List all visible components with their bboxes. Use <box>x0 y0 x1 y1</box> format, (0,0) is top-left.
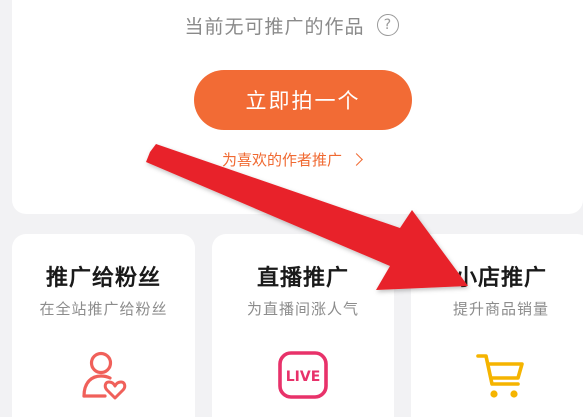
feature-subtitle: 提升商品销量 <box>452 300 549 318</box>
feature-title: 小店推广 <box>454 266 547 291</box>
feature-card-fans[interactable]: 推广给粉丝 在全站推广给粉丝 <box>12 234 195 417</box>
live-icon: LIVE <box>278 351 328 399</box>
shopping-cart-icon <box>476 354 524 398</box>
chevron-right-icon <box>350 153 363 166</box>
promotion-page: 当前无可推广的作品 ? 立即拍一个 为喜欢的作者推广 推广给粉丝 在全站推广给粉… <box>0 0 583 417</box>
empty-state-row: 当前无可推广的作品 ? <box>0 8 583 42</box>
empty-state-text: 当前无可推广的作品 <box>184 15 365 38</box>
feature-card-live[interactable]: 直播推广 为直播间涨人气 LIVE <box>212 234 394 417</box>
help-icon[interactable]: ? <box>376 14 399 36</box>
fans-user-heart-icon <box>81 351 126 400</box>
feature-title: 推广给粉丝 <box>45 266 161 291</box>
feature-title: 直播推广 <box>256 266 349 291</box>
promote-favorite-author-link[interactable]: 为喜欢的作者推广 <box>0 146 583 172</box>
feature-subtitle: 在全站推广给粉丝 <box>39 300 168 318</box>
feature-subtitle: 为直播间涨人气 <box>246 300 359 318</box>
feature-card-shop[interactable]: 小店推广 提升商品销量 <box>411 234 583 417</box>
shoot-now-button[interactable]: 立即拍一个 <box>194 70 412 130</box>
promote-favorite-author-label: 为喜欢的作者推广 <box>221 150 342 169</box>
live-icon-text: LIVE <box>286 369 321 385</box>
